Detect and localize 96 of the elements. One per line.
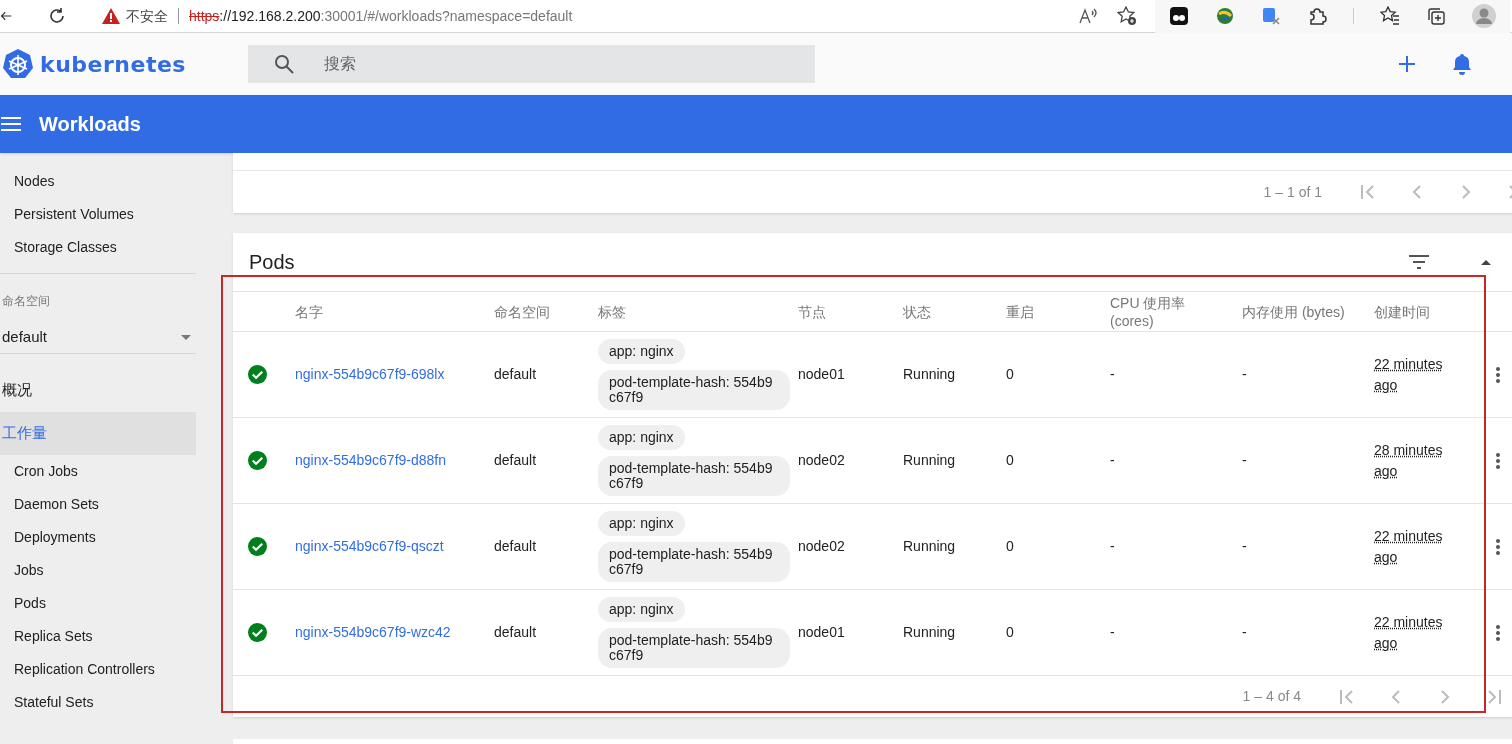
collections-icon[interactable]	[1426, 6, 1446, 26]
table-cell: node02	[798, 452, 845, 468]
search-icon	[274, 54, 294, 74]
app-logo-text: kubernetes	[40, 50, 186, 79]
column-header[interactable]: 状态	[903, 302, 1000, 321]
label-chip: pod-template-hash: 554b9c67f9	[598, 628, 790, 668]
sidebar-item[interactable]: Persistent Volumes	[0, 198, 196, 231]
extension-icon[interactable]	[1169, 6, 1189, 26]
bell-icon[interactable]	[1452, 53, 1472, 75]
pod-name-link[interactable]: nginx-554b9c67f9-wzc42	[295, 624, 451, 640]
warning-icon	[102, 8, 120, 24]
namespace-label: 命名空间	[1, 293, 51, 310]
creation-time: 22 minutes ago	[1374, 355, 1443, 393]
sidebar-item[interactable]: Jobs	[0, 554, 196, 587]
creation-time: 22 minutes ago	[1374, 527, 1443, 565]
table-cell: 0	[1006, 624, 1014, 640]
table-cell: default	[494, 538, 537, 554]
plus-icon[interactable]	[1398, 55, 1416, 73]
table-cell: default	[494, 452, 537, 468]
label-chip: app: nginx	[598, 597, 685, 622]
sidebar-item[interactable]: Storage Classes	[0, 231, 196, 264]
pod-name-link[interactable]: nginx-554b9c67f9-qsczt	[295, 538, 444, 554]
toolbar-title: Workloads	[39, 112, 141, 137]
url-host: ://192.168.2.200	[219, 6, 321, 26]
security-warning-label: 不安全	[126, 6, 168, 26]
table-cell: Running	[903, 624, 956, 640]
pod-name-link[interactable]: nginx-554b9c67f9-d88fn	[295, 452, 446, 468]
label-chip: app: nginx	[598, 339, 685, 364]
label-chip: app: nginx	[598, 425, 685, 450]
table-cell: node01	[798, 624, 845, 640]
table-cell: -	[1110, 624, 1115, 640]
avatar-icon[interactable]	[1472, 4, 1496, 28]
namespace-select[interactable]: default	[0, 322, 196, 354]
more-options-icon[interactable]	[1496, 452, 1500, 469]
table-cell: 0	[1006, 452, 1014, 468]
column-header[interactable]: 重启	[1006, 302, 1104, 321]
table-cell: -	[1242, 452, 1247, 468]
sidebar-item[interactable]: Replica Sets	[0, 620, 196, 653]
collapse-caret-icon[interactable]	[1481, 259, 1491, 265]
menu-icon[interactable]	[1, 117, 21, 131]
table-cell: 0	[1006, 538, 1014, 554]
table-cell: -	[1242, 624, 1247, 640]
column-header[interactable]: 标签	[598, 302, 792, 321]
table-cell: default	[494, 366, 537, 382]
table-cell: -	[1242, 366, 1247, 382]
label-chip: pod-template-hash: 554b9c67f9	[598, 370, 790, 410]
url-scheme: https	[189, 6, 220, 26]
column-header[interactable]: CPU 使用率 (cores)	[1110, 293, 1222, 330]
reload-icon[interactable]	[48, 7, 66, 25]
sidebar-item[interactable]: Daemon Sets	[0, 488, 196, 521]
column-header[interactable]: 名字	[295, 302, 488, 321]
read-aloud-icon[interactable]	[1079, 7, 1099, 25]
column-header[interactable]: 节点	[798, 302, 897, 321]
label-chip: pod-template-hash: 554b9c67f9	[598, 456, 790, 496]
sidebar-item[interactable]: Cron Jobs	[0, 455, 196, 488]
column-header[interactable]: 创建时间	[1374, 302, 1478, 321]
filter-icon[interactable]	[1409, 255, 1429, 269]
label-chip: app: nginx	[598, 511, 685, 536]
label-chip: pod-template-hash: 554b9c67f9	[598, 542, 790, 582]
pagination-range: 1 – 4 of 4	[1242, 687, 1301, 706]
translate-icon[interactable]	[1261, 6, 1281, 26]
more-options-icon[interactable]	[1496, 538, 1500, 555]
table-cell: Running	[903, 452, 956, 468]
table-cell: -	[1110, 538, 1115, 554]
sidebar-item[interactable]: Replication Controllers	[0, 653, 196, 686]
creation-time: 22 minutes ago	[1374, 613, 1443, 651]
table-cell: Running	[903, 366, 956, 382]
url-path: :30001/#/workloads?namespace=default	[320, 6, 573, 26]
pagination-range: 1 – 1 of 1	[1263, 182, 1322, 202]
sidebar-item[interactable]: Nodes	[0, 165, 196, 198]
sidebar-item[interactable]: Deployments	[0, 521, 196, 554]
favorites-icon[interactable]	[1380, 6, 1400, 26]
creation-time: 28 minutes ago	[1374, 441, 1443, 479]
extensions-icon[interactable]	[1307, 6, 1327, 26]
column-header[interactable]: 命名空间	[494, 302, 592, 321]
table-cell: 0	[1006, 366, 1014, 382]
sidebar-item[interactable]: Pods	[0, 587, 196, 620]
more-options-icon[interactable]	[1496, 624, 1500, 641]
table-cell: -	[1242, 538, 1247, 554]
more-options-icon[interactable]	[1496, 366, 1500, 383]
favorite-add-icon[interactable]	[1117, 6, 1137, 26]
table-cell: node01	[798, 366, 845, 382]
card-title: Pods	[249, 250, 295, 275]
sidebar-item[interactable]: Stateful Sets	[0, 686, 196, 719]
table-cell: Running	[903, 538, 956, 554]
search-field[interactable]: 搜索	[248, 45, 815, 83]
sidebar-section-item[interactable]: 概况	[0, 369, 196, 412]
table-cell: node02	[798, 538, 845, 554]
sidebar-section-item[interactable]: 工作量	[0, 412, 196, 455]
pod-name-link[interactable]: nginx-554b9c67f9-698lx	[295, 366, 445, 382]
table-cell: -	[1110, 366, 1115, 382]
column-header[interactable]: 内存使用 (bytes)	[1242, 302, 1368, 321]
table-cell: -	[1110, 452, 1115, 468]
dropdown-caret-icon[interactable]	[181, 335, 191, 340]
table-cell: default	[494, 624, 537, 640]
globe-icon[interactable]	[1215, 6, 1235, 26]
